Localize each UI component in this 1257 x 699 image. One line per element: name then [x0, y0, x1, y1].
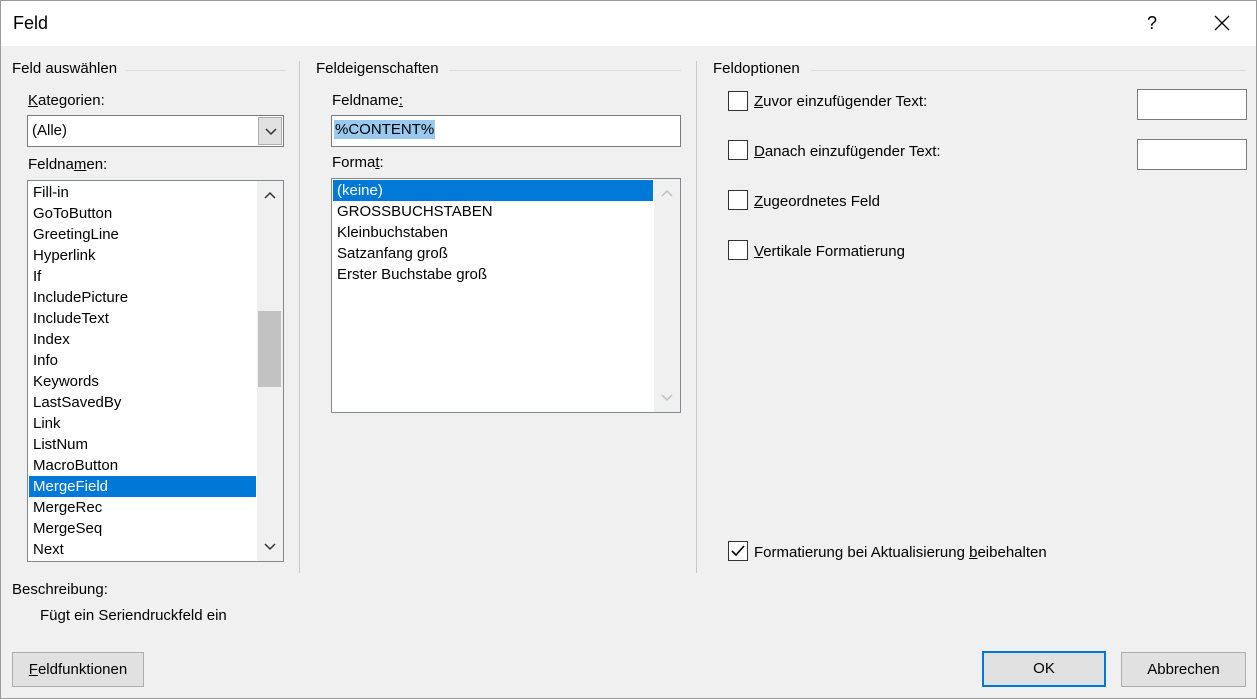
- before-text-label: Zuvor einzufügender Text:: [754, 93, 928, 110]
- fieldname-input[interactable]: %CONTENT%: [331, 115, 681, 147]
- list-item[interactable]: MergeField: [29, 476, 256, 497]
- scroll-down-button[interactable]: [257, 535, 283, 559]
- list-item[interactable]: ListNum: [29, 434, 256, 455]
- mapped-field-label: Zugeordnetes Feld: [754, 193, 880, 210]
- options-rule: [811, 70, 1246, 71]
- field-codes-button[interactable]: Feldfunktionen: [12, 652, 144, 687]
- chevron-down-icon: [264, 543, 276, 551]
- properties-heading: Feldeigenschaften: [316, 60, 439, 77]
- scroll-down-button[interactable]: [654, 386, 680, 410]
- select-field-rule: [126, 70, 286, 71]
- preserve-format-checkbox[interactable]: [728, 541, 748, 561]
- list-item[interactable]: Info: [29, 350, 256, 371]
- fieldname-value: %CONTENT%: [334, 120, 436, 139]
- list-item[interactable]: IncludePicture: [29, 287, 256, 308]
- categories-dropdown[interactable]: (Alle): [27, 115, 284, 147]
- after-text-input[interactable]: [1137, 139, 1247, 170]
- format-label: Format:: [332, 154, 384, 171]
- list-item[interactable]: Fill-in: [29, 182, 256, 203]
- list-item[interactable]: Erster Buchstabe groß: [333, 264, 653, 285]
- list-item[interactable]: Next: [29, 539, 256, 560]
- title-bar: Feld ?: [1, 1, 1256, 46]
- fieldnames-list[interactable]: Fill-in GoToButton GreetingLine Hyperlink If…: [27, 180, 284, 562]
- after-text-label: Danach einzufügender Text:: [754, 143, 941, 160]
- list-item[interactable]: Link: [29, 413, 256, 434]
- list-item[interactable]: Keywords: [29, 371, 256, 392]
- list-item[interactable]: Hyperlink: [29, 245, 256, 266]
- chevron-up-icon: [661, 189, 673, 197]
- format-scrollbar[interactable]: [654, 179, 680, 412]
- scroll-thumb[interactable]: [258, 311, 281, 387]
- checkmark-icon: [731, 545, 745, 557]
- vertical-format-checkbox[interactable]: [728, 240, 748, 260]
- options-heading: Feldoptionen: [713, 60, 800, 77]
- list-item[interactable]: Index: [29, 329, 256, 350]
- scroll-up-button[interactable]: [654, 181, 680, 205]
- before-text-checkbox[interactable]: [728, 91, 748, 111]
- list-item[interactable]: GreetingLine: [29, 224, 256, 245]
- fieldname-label: Feldname:: [332, 92, 403, 109]
- select-field-heading: Feld auswählen: [12, 60, 118, 77]
- list-item[interactable]: GoToButton: [29, 203, 256, 224]
- after-text-checkbox[interactable]: [728, 140, 748, 160]
- categories-dropdown-button[interactable]: [258, 117, 282, 145]
- cancel-button[interactable]: Abbrechen: [1121, 652, 1246, 687]
- fieldnames-scrollbar[interactable]: [257, 181, 283, 561]
- vertical-format-label: Vertikale Formatierung: [754, 243, 905, 260]
- field-dialog: Feld ? Feld auswählen Kategorien: (Alle)…: [0, 0, 1257, 699]
- list-item[interactable]: GROSSBUCHSTABEN: [333, 201, 653, 222]
- help-button[interactable]: ?: [1131, 1, 1173, 46]
- list-item[interactable]: IncludeText: [29, 308, 256, 329]
- mapped-field-checkbox[interactable]: [728, 190, 748, 210]
- list-item[interactable]: LastSavedBy: [29, 392, 256, 413]
- properties-rule: [449, 70, 681, 71]
- before-text-input[interactable]: [1137, 89, 1247, 120]
- chevron-up-icon: [264, 191, 276, 199]
- list-item[interactable]: MergeSeq: [29, 518, 256, 539]
- close-button[interactable]: [1197, 1, 1247, 46]
- list-item[interactable]: If: [29, 266, 256, 287]
- ok-button[interactable]: OK: [982, 651, 1106, 687]
- list-item[interactable]: MergeRec: [29, 497, 256, 518]
- separator-right: [696, 61, 697, 573]
- list-item[interactable]: Satzanfang groß: [333, 243, 653, 264]
- separator-left: [299, 61, 300, 573]
- description-text: Fügt ein Seriendruckfeld ein: [40, 607, 227, 624]
- description-label: Beschreibung:: [12, 581, 108, 598]
- chevron-down-icon: [265, 128, 277, 136]
- close-icon: [1214, 15, 1230, 31]
- help-icon: ?: [1146, 13, 1157, 33]
- dialog-title: Feld: [13, 13, 49, 33]
- fieldnames-label: Feldnamen:: [28, 156, 108, 173]
- categories-value: (Alle): [32, 122, 68, 139]
- format-list[interactable]: (keine) GROSSBUCHSTABEN Kleinbuchstaben Sat…: [331, 178, 681, 413]
- categories-label: Kategorien:: [28, 92, 105, 109]
- list-item[interactable]: MacroButton: [29, 455, 256, 476]
- chevron-down-icon: [661, 394, 673, 402]
- preserve-format-label: Formatierung bei Aktualisierung beibehal…: [754, 544, 1047, 561]
- list-item[interactable]: (keine): [333, 180, 653, 201]
- scroll-up-button[interactable]: [257, 183, 283, 207]
- list-item[interactable]: Kleinbuchstaben: [333, 222, 653, 243]
